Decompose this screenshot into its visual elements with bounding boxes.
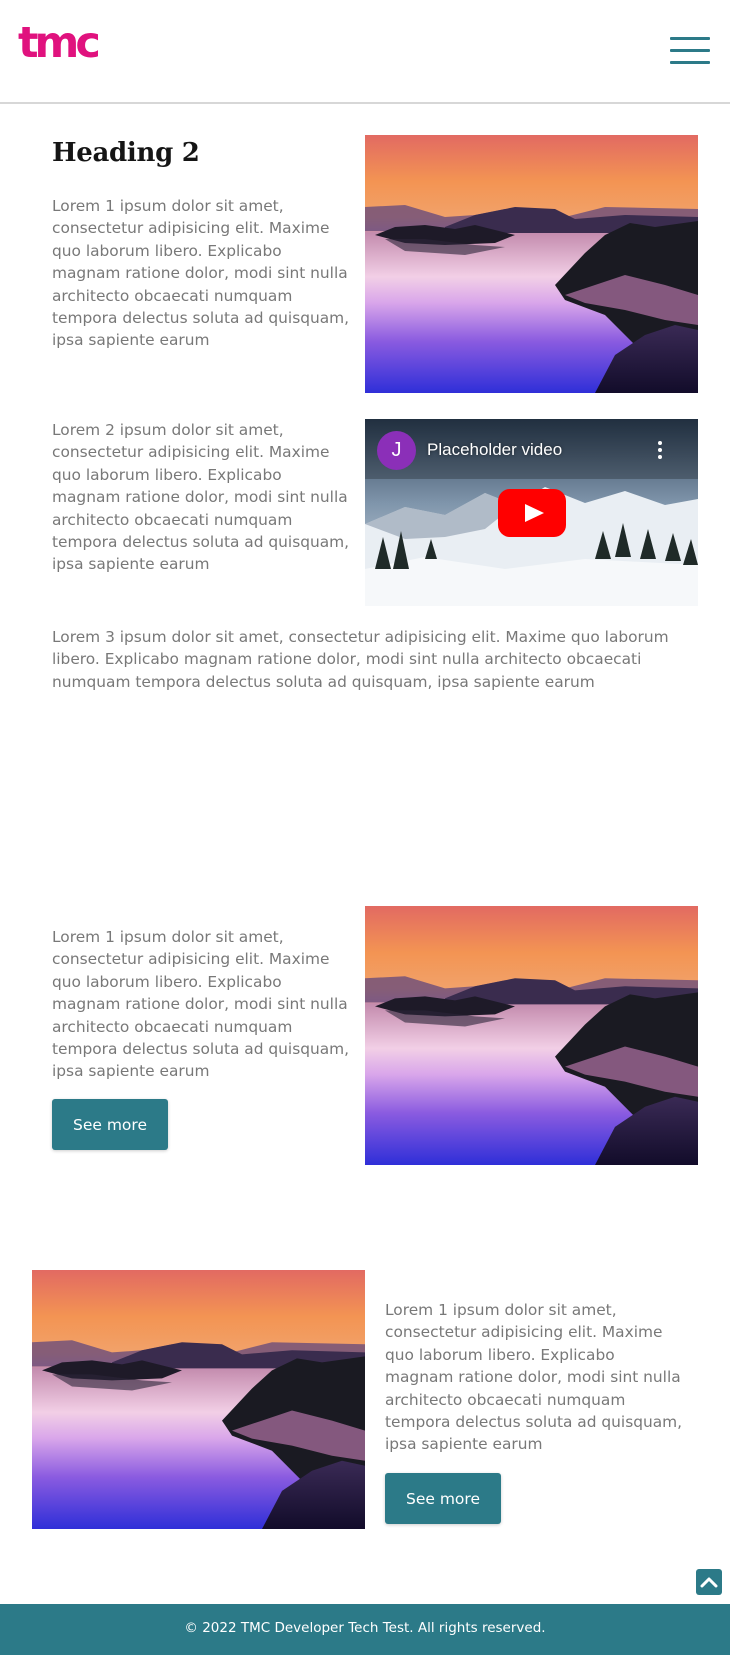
- section-heading: Heading 2: [52, 138, 200, 168]
- more-vertical-icon[interactable]: [655, 439, 665, 461]
- section3-text: Lorem 3 ipsum dolor sit amet, consectetu…: [52, 628, 669, 691]
- video-title[interactable]: Placeholder video: [427, 440, 562, 460]
- back-to-top-button[interactable]: [696, 1569, 722, 1595]
- section2-text: Lorem 2 ipsum dolor sit amet, consectetu…: [52, 421, 350, 574]
- lake-sunset-image: [32, 1270, 365, 1529]
- youtube-play-icon[interactable]: [498, 489, 566, 537]
- see-more-button[interactable]: See more: [52, 1099, 168, 1150]
- lake-sunset-image: [365, 135, 698, 393]
- lake-sunset-image: [365, 906, 698, 1165]
- section1-text: Lorem 1 ipsum dolor sit amet, consectetu…: [52, 197, 350, 350]
- site-footer: © 2022 TMC Developer Tech Test. All righ…: [0, 1604, 730, 1655]
- site-header: tmc: [0, 0, 730, 104]
- section5-text: Lorem 1 ipsum dolor sit amet, consectetu…: [385, 1301, 683, 1454]
- embedded-video[interactable]: J Placeholder video: [365, 419, 698, 606]
- chevron-up-icon: [700, 1577, 718, 1588]
- copyright-text: © 2022 TMC Developer Tech Test. All righ…: [184, 1620, 546, 1636]
- channel-avatar[interactable]: J: [377, 431, 416, 470]
- tmc-logo[interactable]: tmc: [18, 22, 101, 65]
- see-more-button[interactable]: See more: [385, 1473, 501, 1524]
- section4-text: Lorem 1 ipsum dolor sit amet, consectetu…: [52, 928, 350, 1081]
- hamburger-menu-icon[interactable]: [670, 36, 710, 68]
